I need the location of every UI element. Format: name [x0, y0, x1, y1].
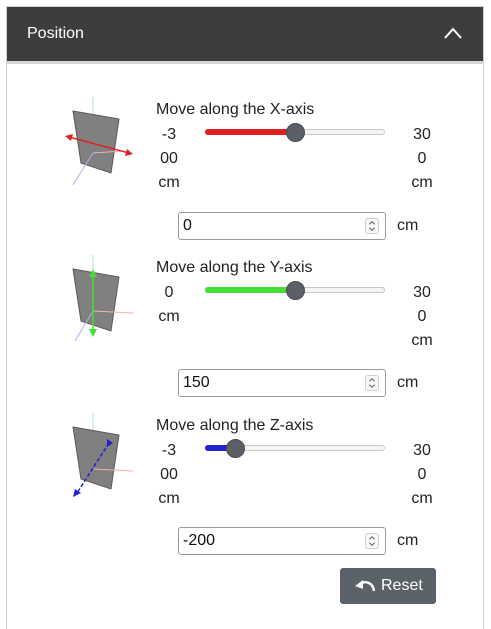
max-line: cm [411, 490, 433, 507]
slider-fill [205, 129, 295, 135]
slider-max-label: 30 0 cm [407, 439, 437, 511]
slider-min-label: 0 cm [154, 281, 184, 329]
axis-title: Move along the Y-axis [156, 259, 313, 276]
spinner-icon[interactable] [365, 533, 379, 549]
y-position-input[interactable]: 150 [178, 369, 386, 397]
min-line: 00 [160, 466, 178, 483]
min-line: cm [158, 308, 180, 325]
min-line: -3 [161, 442, 177, 459]
slider-max-label: 30 0 cm [407, 123, 437, 195]
y-axis-move-icon [72, 255, 134, 342]
min-line: 0 [164, 284, 174, 301]
unit-label: cm [397, 374, 419, 391]
panel-header[interactable]: Position [7, 7, 483, 64]
min-line: cm [158, 490, 180, 507]
z-axis-move-icon [72, 413, 134, 497]
slider-thumb[interactable] [286, 281, 305, 300]
reset-label: Reset [381, 577, 423, 594]
spinner-icon[interactable] [365, 375, 379, 391]
unit-label: cm [397, 217, 419, 234]
max-line: 0 [417, 308, 427, 325]
max-line: 0 [417, 150, 427, 167]
axis-title: Move along the X-axis [156, 101, 315, 118]
slider-min-label: -3 00 cm [154, 123, 184, 195]
min-line: cm [158, 174, 180, 191]
max-line: 0 [417, 466, 427, 483]
panel-title: Position [27, 25, 84, 42]
slider-min-label: -3 00 cm [154, 439, 184, 511]
x-axis-move-icon [65, 97, 133, 186]
min-line: 00 [160, 150, 178, 167]
max-line: cm [411, 174, 433, 191]
position-panel: Position Move along the X-axis -3 00 cm [6, 6, 484, 629]
input-value[interactable]: -200 [183, 532, 215, 550]
max-line: cm [411, 332, 433, 349]
slider-max-label: 30 0 cm [407, 281, 437, 353]
z-position-input[interactable]: -200 [178, 527, 386, 555]
axis-title: Move along the Z-axis [156, 417, 314, 434]
slider-thumb[interactable] [226, 439, 245, 458]
x-axis-slider[interactable] [205, 123, 385, 143]
slider-fill [205, 287, 295, 293]
z-axis-slider[interactable] [205, 439, 385, 459]
undo-icon [355, 580, 376, 592]
x-position-input[interactable]: 0 [178, 212, 386, 240]
spinner-icon[interactable] [365, 218, 379, 234]
reset-button[interactable]: Reset [340, 568, 436, 604]
max-line: 30 [413, 126, 431, 143]
y-axis-slider[interactable] [205, 281, 385, 301]
max-line: 30 [413, 442, 431, 459]
max-line: 30 [413, 284, 431, 301]
slider-thumb[interactable] [286, 123, 305, 142]
input-value[interactable]: 0 [183, 217, 192, 235]
unit-label: cm [397, 532, 419, 549]
input-value[interactable]: 150 [183, 374, 210, 392]
min-line: -3 [161, 126, 177, 143]
chevron-up-icon[interactable] [443, 25, 463, 41]
